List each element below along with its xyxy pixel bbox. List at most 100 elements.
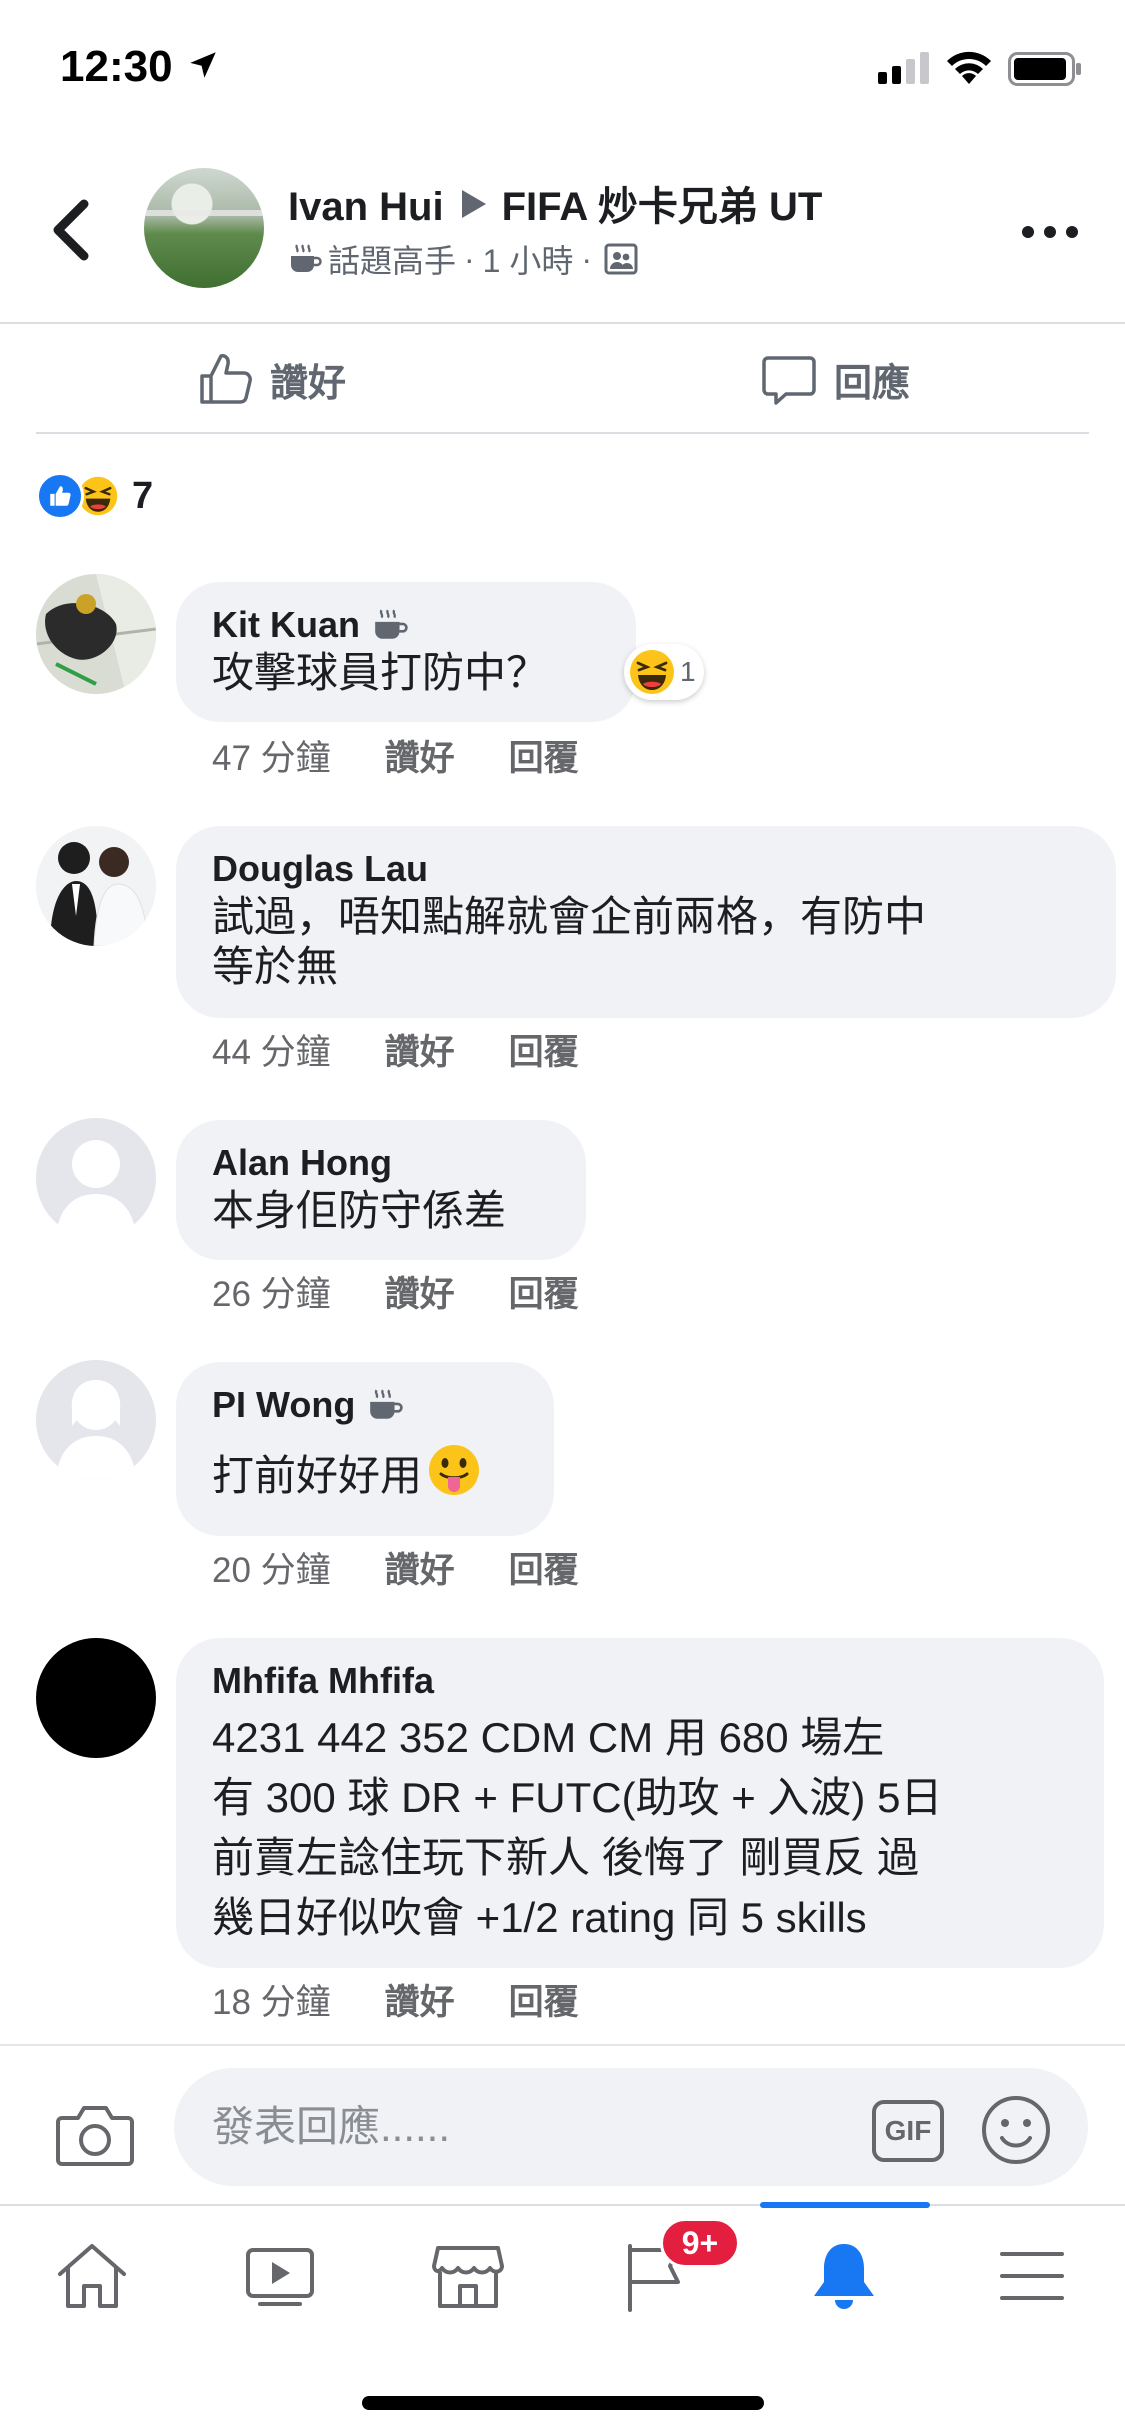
comment-author-name[interactable]: PI Wong — [212, 1384, 355, 1426]
commenter-avatar[interactable] — [36, 574, 156, 694]
comment-bubble[interactable]: PI Wong 打前好好用 — [176, 1362, 554, 1536]
comment-actions: 44 分鐘 讚好 回覆 — [212, 1024, 633, 1075]
comment-author-name[interactable]: Douglas Lau — [212, 846, 1080, 892]
comment-reaction[interactable]: 1 — [624, 644, 704, 700]
comment-text-line: 4231 442 352 CDM CM 用 680 場左 — [212, 1714, 885, 1761]
author-badge: 話題高手 — [328, 243, 457, 279]
comment-like-button[interactable]: 讚好 — [385, 1974, 455, 2025]
comment-time: 44 分鐘 — [212, 1033, 331, 1072]
tab-home[interactable] — [22, 2206, 162, 2346]
wifi-icon — [947, 51, 991, 84]
post-action-row: 讚好 回應 — [36, 330, 1089, 434]
post-title[interactable]: Ivan Hui FIFA 炒卡兄弟 UT — [288, 174, 822, 232]
comment-item: Mhfifa Mhfifa 4231 442 352 CDM CM 用 680 … — [36, 1638, 1104, 2022]
more-options-icon[interactable] — [1020, 220, 1080, 244]
cellular-signal-icon — [878, 52, 929, 84]
marketplace-icon — [432, 2246, 504, 2308]
tab-marketplace[interactable] — [398, 2206, 538, 2346]
comment-like-button[interactable]: 讚好 — [385, 1542, 455, 1593]
comment-text: 攻擊球員打防中？ — [212, 649, 549, 696]
comment-text-line: 幾日好似吹會 +1/2 rating 同 5 skills — [212, 1894, 867, 1941]
thumbs-up-icon — [200, 354, 252, 404]
comment-bubble-icon — [762, 356, 816, 405]
bottom-tab-bar: 9+ — [0, 2202, 1125, 2436]
reply-label: 回應 — [834, 362, 911, 405]
comment-text-body: 打前好好用 — [212, 1452, 423, 1499]
comment-reply-button[interactable]: 回覆 — [509, 1024, 579, 1075]
default-avatar-icon[interactable] — [36, 1360, 156, 1480]
coffee-cup-icon — [291, 244, 322, 272]
comment-actions: 26 分鐘 讚好 回覆 — [212, 1266, 633, 1317]
commenter-avatar[interactable] — [36, 1638, 156, 1758]
comment-reply-button[interactable]: 回覆 — [509, 1974, 579, 2025]
group-avatar[interactable] — [144, 168, 264, 288]
battery-icon — [1008, 52, 1081, 86]
comment-reply-button[interactable]: 回覆 — [509, 1266, 579, 1317]
hamburger-menu-icon — [1000, 2252, 1064, 2300]
comment-time: 20 分鐘 — [212, 1551, 331, 1590]
comment-time: 18 分鐘 — [212, 1983, 331, 2022]
home-indicator[interactable] — [362, 2396, 764, 2410]
comment-author-name[interactable]: Mhfifa Mhfifa — [212, 1658, 1068, 1704]
post-meta: 話題高手 · 1 小時 · — [288, 236, 638, 282]
camera-icon[interactable] — [56, 2102, 134, 2168]
coffee-cup-icon — [370, 1389, 404, 1419]
default-avatar-icon[interactable] — [36, 1118, 156, 1238]
status-bar: 12:30 — [0, 0, 1125, 140]
comment-time: 47 分鐘 — [212, 739, 331, 778]
haha-reaction-icon — [630, 650, 674, 694]
post-header: Ivan Hui FIFA 炒卡兄弟 UT 話題高手 · 1 小時 · — [0, 140, 1125, 324]
comment-text-line: 前賣左諗住玩下新人 後悔了 剛買反 過 — [212, 1834, 920, 1881]
separator-dot: · — [581, 240, 593, 277]
comment-text: 本身佢防守係差 — [212, 1187, 507, 1234]
comment-like-button[interactable]: 讚好 — [385, 1266, 455, 1317]
tongue-out-emoji-icon — [429, 1445, 480, 1495]
comment-time: 26 分鐘 — [212, 1275, 331, 1314]
comment-item: PI Wong 打前好好用 20 分鐘 讚好 回覆 — [36, 1360, 1096, 1600]
home-icon — [58, 2244, 126, 2308]
emoji-icon[interactable] — [980, 2094, 1052, 2166]
comment-reaction-count: 1 — [680, 656, 696, 687]
group-name[interactable]: FIFA 炒卡兄弟 UT — [502, 185, 823, 229]
comment-like-button[interactable]: 讚好 — [385, 730, 455, 781]
reaction-count: 7 — [132, 474, 154, 517]
arrow-right-icon — [461, 190, 486, 218]
comment-item: Kit Kuan 攻擊球員打防中？ 1 47 分鐘 讚好 回覆 — [36, 574, 1096, 778]
location-arrow-icon — [190, 52, 216, 78]
comment-text: 試過，唔知點解就會企前兩格，有防中 等於無 — [212, 892, 1080, 992]
comment-text-line: 等於無 — [212, 943, 339, 990]
comment-input[interactable] — [174, 2068, 1088, 2186]
post-time[interactable]: 1 小時 — [483, 236, 574, 282]
comment-author-name[interactable]: Kit Kuan — [212, 604, 360, 646]
comment-reply-button[interactable]: 回覆 — [509, 730, 579, 781]
reactions-summary[interactable]: 7 — [36, 470, 153, 522]
comment-bubble[interactable]: Douglas Lau 試過，唔知點解就會企前兩格，有防中 等於無 — [176, 826, 1116, 1018]
video-play-icon — [246, 2248, 314, 2306]
comment-bubble[interactable]: Kit Kuan 攻擊球員打防中？ — [176, 582, 636, 722]
commenter-avatar[interactable] — [36, 826, 156, 946]
comment-like-button[interactable]: 讚好 — [385, 1024, 455, 1075]
tab-menu[interactable] — [962, 2206, 1102, 2346]
gif-button[interactable]: GIF — [872, 2100, 944, 2162]
comment-author[interactable]: Kit Kuan — [212, 602, 600, 648]
comment-reply-button[interactable]: 回覆 — [509, 1542, 579, 1593]
tab-watch[interactable] — [210, 2206, 350, 2346]
comment-bubble[interactable]: Alan Hong 本身佢防守係差 — [176, 1120, 586, 1260]
like-button[interactable]: 讚好 — [196, 344, 346, 414]
comment-text: 4231 442 352 CDM CM 用 680 場左 有 300 球 DR … — [212, 1708, 1068, 1948]
separator-dot: · — [464, 240, 475, 277]
comment-item: Alan Hong 本身佢防守係差 26 分鐘 讚好 回覆 — [36, 1118, 1096, 1318]
comment-author[interactable]: PI Wong — [212, 1382, 518, 1428]
author-name[interactable]: Ivan Hui — [288, 185, 444, 229]
comment-actions: 18 分鐘 讚好 回覆 — [212, 1974, 633, 2025]
tab-notifications[interactable] — [774, 2206, 914, 2346]
comment-author-name[interactable]: Alan Hong — [212, 1140, 550, 1186]
like-reaction-icon — [36, 472, 84, 520]
comment-bubble[interactable]: Mhfifa Mhfifa 4231 442 352 CDM CM 用 680 … — [176, 1638, 1104, 1968]
reply-button[interactable]: 回應 — [760, 344, 910, 414]
bell-icon — [814, 2244, 874, 2309]
back-chevron-icon[interactable] — [44, 198, 96, 262]
comment-item: Douglas Lau 試過，唔知點解就會企前兩格，有防中 等於無 44 分鐘 … — [36, 826, 1116, 1072]
like-label: 讚好 — [270, 362, 347, 405]
group-audience-icon — [604, 243, 638, 275]
